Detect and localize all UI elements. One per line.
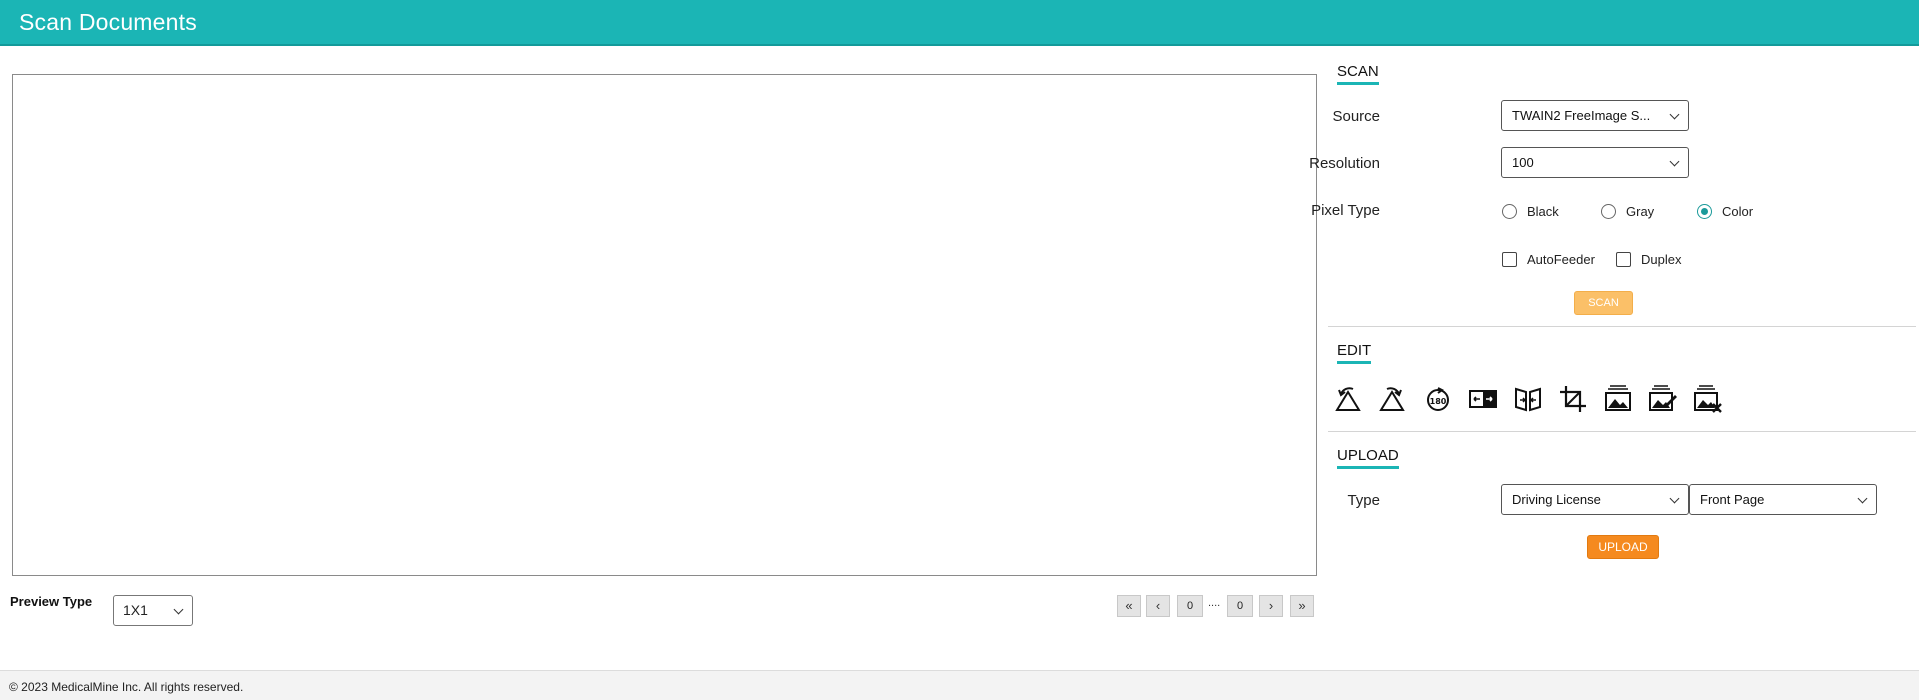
scan-section-title: SCAN bbox=[1337, 63, 1379, 85]
page-side-value: Front Page bbox=[1700, 492, 1765, 507]
svg-text:180: 180 bbox=[1430, 397, 1447, 406]
resolution-label: Resolution bbox=[1309, 155, 1380, 172]
resolution-select[interactable]: 100 bbox=[1501, 147, 1689, 178]
footer: © 2023 MedicalMine Inc. All rights reser… bbox=[0, 670, 1919, 700]
page-separator: .... bbox=[1208, 597, 1221, 609]
preview-type-select[interactable]: 1X1 bbox=[113, 595, 193, 626]
resolution-value: 100 bbox=[1512, 155, 1534, 170]
rotate-180-icon[interactable]: 180 bbox=[1423, 384, 1453, 414]
pixel-type-label: Pixel Type bbox=[1311, 202, 1380, 219]
autofeeder-label: AutoFeeder bbox=[1527, 252, 1595, 267]
section-divider bbox=[1328, 431, 1916, 432]
image-icon[interactable] bbox=[1603, 384, 1633, 414]
last-page-button[interactable]: » bbox=[1290, 595, 1314, 617]
pixel-color-label: Color bbox=[1722, 204, 1754, 219]
page-title: Scan Documents bbox=[19, 9, 197, 35]
image-edit-icon[interactable] bbox=[1648, 384, 1678, 414]
duplex-label: Duplex bbox=[1641, 252, 1682, 267]
edit-section-title: EDIT bbox=[1337, 342, 1372, 364]
chevron-down-icon bbox=[1669, 109, 1680, 120]
next-page-button[interactable]: › bbox=[1259, 595, 1283, 617]
source-label: Source bbox=[1332, 108, 1380, 125]
upload-type-label: Type bbox=[1347, 492, 1380, 509]
chevron-down-icon bbox=[1669, 156, 1680, 167]
pixel-black-label: Black bbox=[1527, 204, 1559, 219]
scan-button[interactable]: SCAN bbox=[1574, 291, 1633, 315]
mirror-icon[interactable] bbox=[1468, 384, 1498, 414]
first-page-button[interactable]: « bbox=[1117, 595, 1141, 617]
scan-preview-area[interactable] bbox=[12, 74, 1317, 576]
copyright-text: © 2023 MedicalMine Inc. All rights reser… bbox=[9, 680, 244, 694]
source-select[interactable]: TWAIN2 FreeImage S... bbox=[1501, 100, 1689, 131]
autofeeder-checkbox[interactable] bbox=[1502, 252, 1517, 267]
current-page-field[interactable]: 0 bbox=[1177, 595, 1203, 617]
chevron-down-icon bbox=[1857, 493, 1868, 504]
pixel-gray-radio[interactable] bbox=[1601, 204, 1616, 219]
pixel-gray-label: Gray bbox=[1626, 204, 1655, 219]
image-delete-icon[interactable] bbox=[1693, 384, 1723, 414]
crop-icon[interactable] bbox=[1558, 384, 1588, 414]
duplex-checkbox[interactable] bbox=[1616, 252, 1631, 267]
total-pages-field: 0 bbox=[1227, 595, 1253, 617]
preview-type-value: 1X1 bbox=[123, 602, 148, 618]
flip-icon[interactable] bbox=[1513, 384, 1543, 414]
rotate-left-icon[interactable] bbox=[1333, 384, 1363, 414]
chevron-down-icon bbox=[173, 604, 184, 615]
prev-page-button[interactable]: ‹ bbox=[1146, 595, 1170, 617]
upload-section-title: UPLOAD bbox=[1337, 447, 1399, 469]
document-type-select[interactable]: Driving License bbox=[1501, 484, 1689, 515]
app-header: Scan Documents bbox=[0, 0, 1919, 46]
chevron-down-icon bbox=[1669, 493, 1680, 504]
section-divider bbox=[1328, 326, 1916, 327]
document-type-value: Driving License bbox=[1512, 492, 1601, 507]
upload-button[interactable]: UPLOAD bbox=[1587, 535, 1659, 559]
preview-type-label: Preview Type bbox=[10, 594, 93, 609]
pixel-color-radio[interactable] bbox=[1697, 204, 1712, 219]
pixel-black-radio[interactable] bbox=[1502, 204, 1517, 219]
rotate-right-icon[interactable] bbox=[1377, 384, 1407, 414]
source-value: TWAIN2 FreeImage S... bbox=[1512, 108, 1651, 123]
page-side-select[interactable]: Front Page bbox=[1689, 484, 1877, 515]
